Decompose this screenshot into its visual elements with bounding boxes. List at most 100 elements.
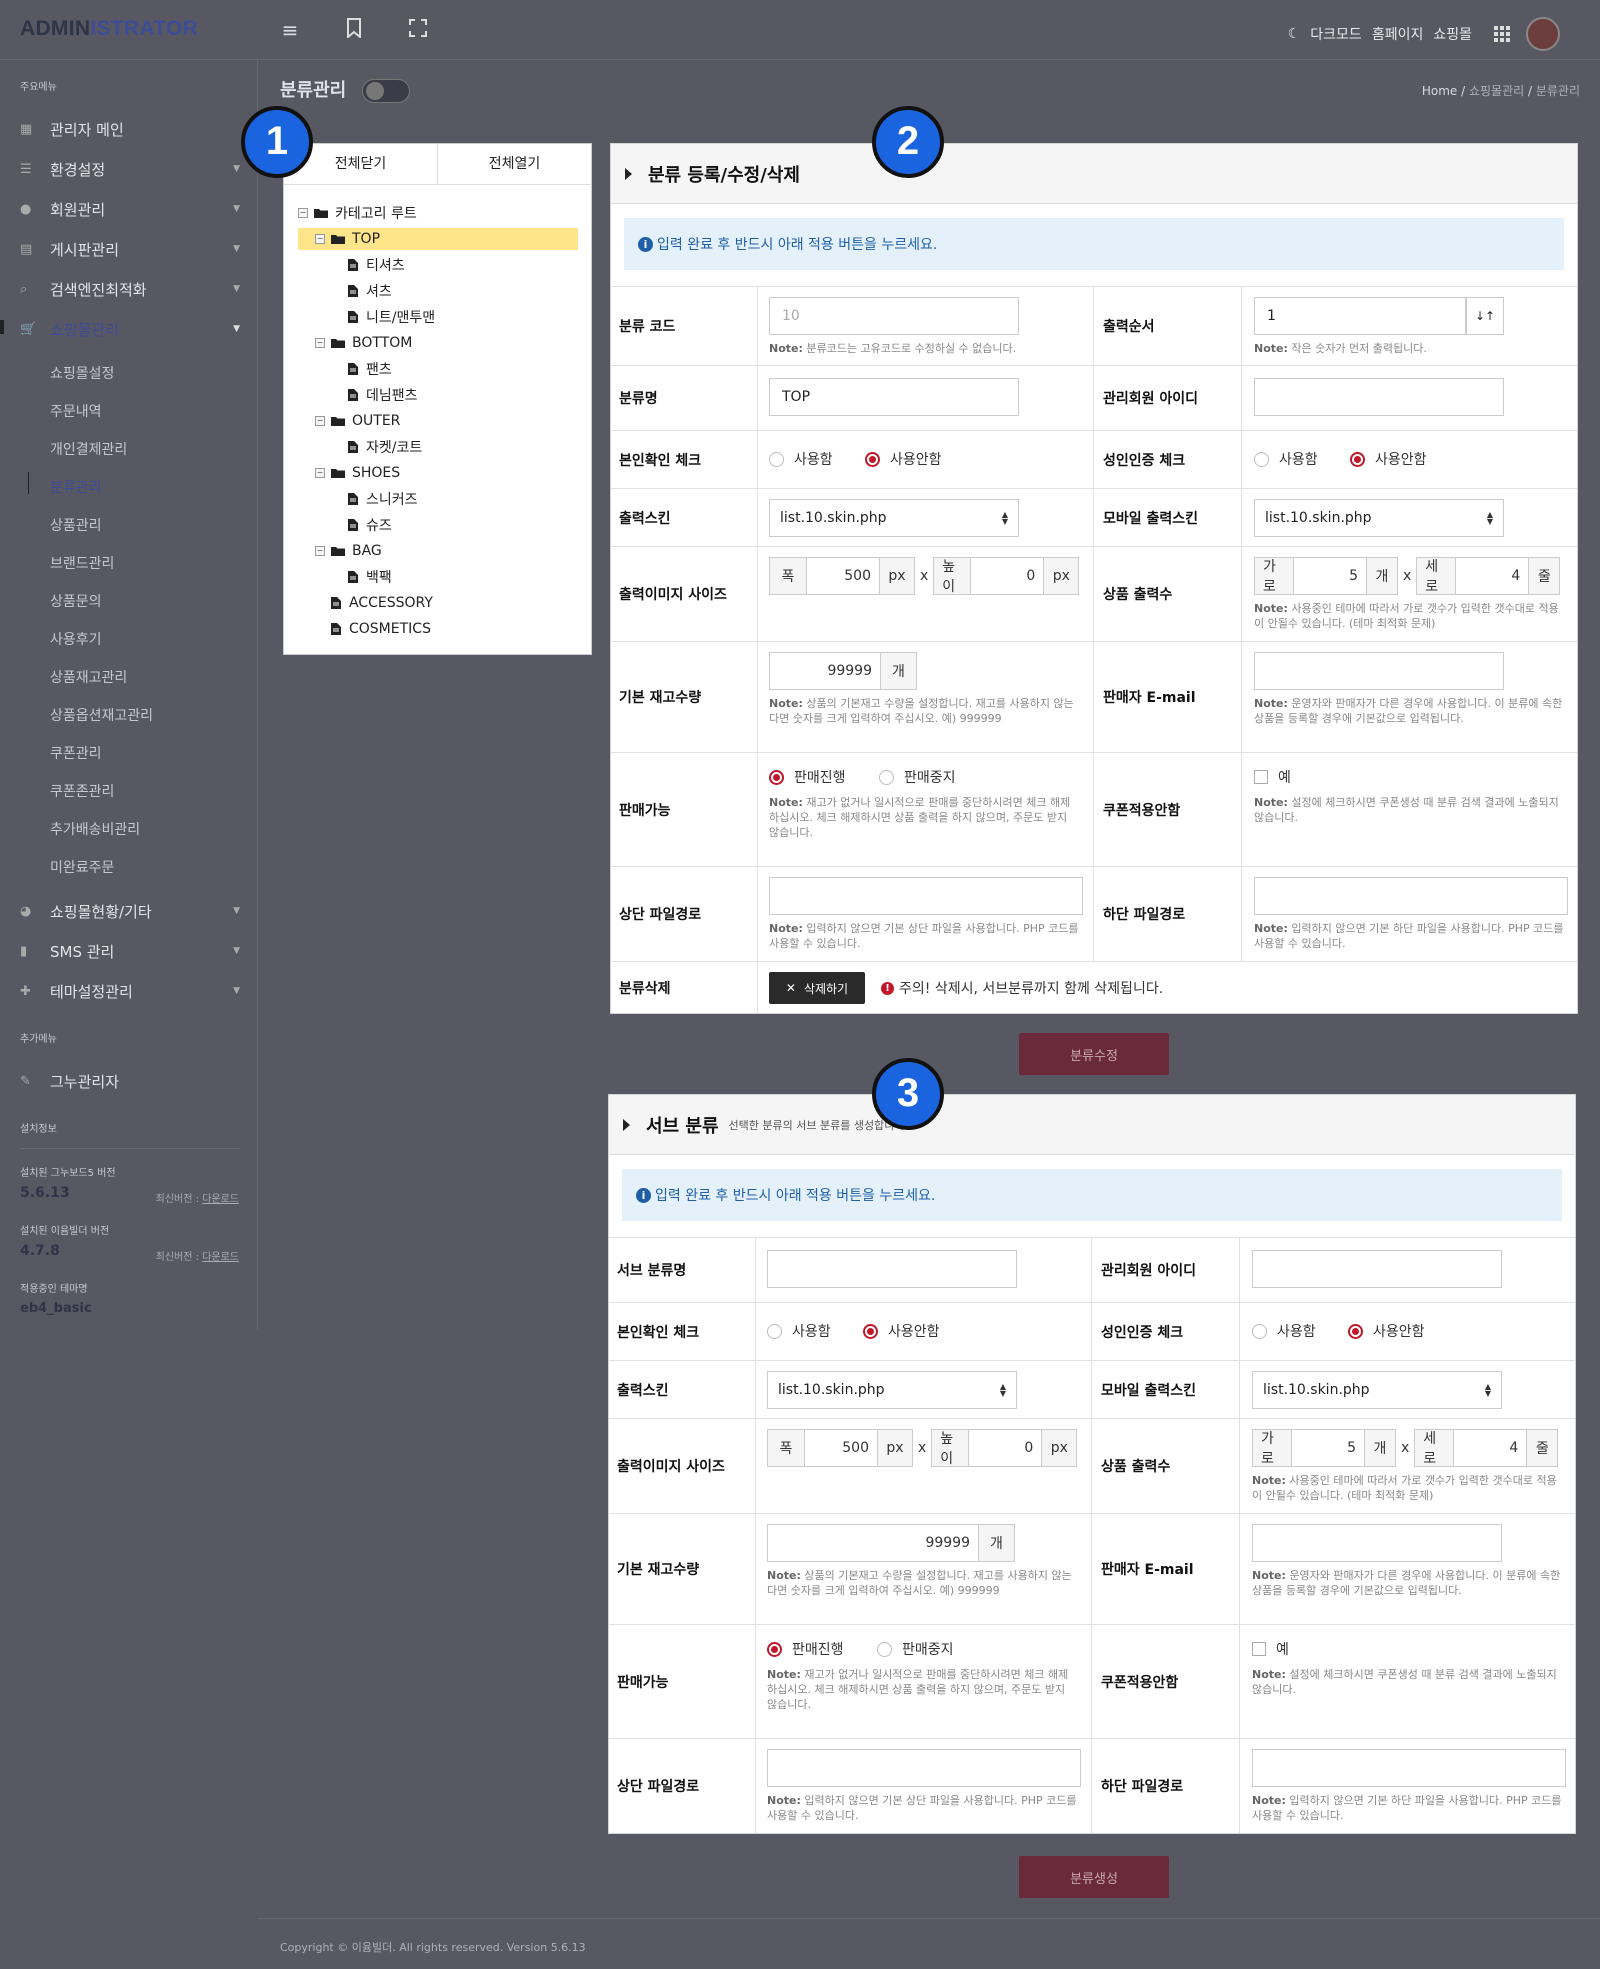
sidebar-item-gnu-admin[interactable]: ✎ 그누관리자 (20, 1066, 240, 1096)
head-file-input[interactable] (769, 877, 1083, 915)
tree-node[interactable]: 자켓/코트 (348, 436, 422, 458)
sort-icon[interactable]: ↓↑ (1466, 297, 1504, 335)
apps-grid-icon[interactable] (1494, 26, 1510, 42)
sidebar-item-members[interactable]: ● 회원관리 ▼ (20, 194, 240, 224)
admin-id-input[interactable] (1254, 378, 1504, 416)
logo[interactable]: ADMINISTRATOR (20, 17, 198, 41)
tree-node[interactable]: − TOP (298, 228, 578, 250)
tree-toggle-icon[interactable]: − (315, 234, 325, 244)
create-category-button[interactable]: 분류생성 (1019, 1856, 1169, 1898)
tree-node[interactable]: 셔츠 (348, 280, 392, 302)
category-name-input[interactable]: TOP (769, 378, 1019, 416)
cert-use-radio[interactable]: 사용함 (769, 449, 833, 469)
image-height-input[interactable]: 0 (971, 557, 1044, 595)
seller-email-input[interactable] (1254, 652, 1504, 690)
sidebar-sub-item[interactable]: 브랜드관리 (50, 553, 114, 573)
tree-node[interactable]: − 카테고리 루트 (298, 202, 417, 224)
menu-icon[interactable]: ≡ (278, 18, 302, 42)
sidebar-sub-item[interactable]: 상품옵션재고관리 (50, 705, 153, 725)
bookmark-icon[interactable] (342, 18, 366, 42)
adult-not-use-radio[interactable]: 사용안함 (1350, 449, 1427, 469)
stock-input[interactable]: 99999 (769, 652, 881, 690)
sidebar-sub-item[interactable]: 미완료주문 (50, 857, 114, 877)
sidebar-sub-item[interactable]: 상품재고관리 (50, 667, 127, 687)
sub-sale-on-radio[interactable]: 판매진행 (767, 1639, 844, 1659)
page-toggle[interactable] (362, 79, 410, 103)
sub-cert-use-radio[interactable]: 사용함 (767, 1321, 831, 1341)
image-height-input[interactable]: 0 (969, 1429, 1042, 1467)
tree-node[interactable]: − SHOES (315, 462, 400, 484)
tail-file-input[interactable] (1254, 877, 1568, 915)
expand-all-button[interactable]: 전체열기 (438, 144, 591, 184)
tree-toggle-icon[interactable]: − (315, 416, 325, 426)
sub-sale-off-radio[interactable]: 판매중지 (877, 1639, 954, 1659)
coupon-checkbox[interactable]: 예 (1254, 767, 1291, 787)
moon-icon[interactable]: ☾ (1288, 26, 1301, 42)
sub-coupon-checkbox[interactable]: 예 (1252, 1639, 1289, 1659)
image-width-input[interactable]: 500 (807, 557, 879, 595)
image-width-input[interactable]: 500 (805, 1429, 877, 1467)
tree-toggle-icon[interactable]: − (315, 546, 325, 556)
sidebar-item-shop-status[interactable]: ◕ 쇼핑몰현황/기타 ▼ (20, 896, 240, 926)
tree-node[interactable]: COSMETICS (331, 618, 431, 640)
delete-button[interactable]: ✕ 삭제하기 (769, 972, 865, 1004)
sub-adult-not-use-radio[interactable]: 사용안함 (1348, 1321, 1425, 1341)
eyoom-download-link[interactable]: 다운로드 (202, 1252, 239, 1263)
tree-node[interactable]: 슈즈 (348, 514, 392, 536)
sidebar-sub-item[interactable]: 주문내역 (50, 401, 102, 421)
tree-toggle-icon[interactable]: − (298, 208, 308, 218)
homepage-link[interactable]: 홈페이지 (1372, 24, 1424, 44)
sidebar-sub-item[interactable]: 개인결제관리 (50, 439, 127, 459)
tree-node[interactable]: 스니커즈 (348, 488, 418, 510)
tree-node[interactable]: − BOTTOM (315, 332, 412, 354)
fullscreen-icon[interactable] (406, 18, 430, 42)
gnuboard-download-link[interactable]: 다운로드 (202, 1194, 239, 1205)
sub-adult-use-radio[interactable]: 사용함 (1252, 1321, 1316, 1341)
tree-node[interactable]: 백팩 (348, 566, 392, 588)
tree-node[interactable]: ACCESSORY (331, 592, 433, 614)
sub-seller-email-input[interactable] (1252, 1524, 1502, 1562)
dark-mode-link[interactable]: 다크모드 (1310, 24, 1362, 44)
stock-input[interactable]: 99999 (767, 1524, 979, 1562)
sub-head-file-input[interactable] (767, 1749, 1081, 1787)
sub-name-input[interactable] (767, 1250, 1017, 1288)
sidebar-item-admin-main[interactable]: ▦ 관리자 메인 (20, 114, 240, 144)
avatar[interactable] (1526, 17, 1560, 51)
sidebar-sub-item[interactable]: 추가배송비관리 (50, 819, 140, 839)
rows-input[interactable]: 4 (1454, 1429, 1527, 1467)
cols-input[interactable]: 5 (1294, 557, 1366, 595)
tree-node[interactable]: 팬츠 (348, 358, 392, 380)
sale-on-radio[interactable]: 판매진행 (769, 767, 846, 787)
skin-select[interactable]: list.10.skin.php ▲ ▼ (769, 499, 1019, 537)
cert-not-use-radio[interactable]: 사용안함 (865, 449, 942, 469)
tree-node[interactable]: − BAG (315, 540, 382, 562)
rows-input[interactable]: 4 (1456, 557, 1529, 595)
shop-link[interactable]: 쇼핑몰 (1433, 24, 1472, 44)
sidebar-item-sms[interactable]: ▮ SMS 관리 ▼ (20, 936, 240, 966)
tree-toggle-icon[interactable]: − (315, 468, 325, 478)
sidebar-item-boards[interactable]: ▤ 게시판관리 ▼ (20, 234, 240, 264)
update-category-button[interactable]: 분류수정 (1019, 1033, 1169, 1075)
sidebar-item-settings[interactable]: ☰ 환경설정 ▼ (20, 154, 240, 184)
sidebar-sub-item[interactable]: 쿠폰존관리 (50, 781, 114, 801)
sidebar-item-shop-admin[interactable]: 🛒 쇼핑몰관리 ▼ (20, 314, 240, 344)
sidebar-item-theme[interactable]: ✚ 테마설정관리 ▼ (20, 976, 240, 1006)
sub-skin-select[interactable]: list.10.skin.php ▲ ▼ (767, 1371, 1017, 1409)
tree-node[interactable]: 티셔츠 (348, 254, 405, 276)
sidebar-sub-item-active[interactable]: 분류관리 (50, 477, 102, 497)
tree-node[interactable]: 니트/맨투맨 (348, 306, 435, 328)
sidebar-item-seo[interactable]: ⌕ 검색엔진최적화 ▼ (20, 274, 240, 304)
sidebar-sub-item[interactable]: 상품관리 (50, 515, 102, 535)
sale-off-radio[interactable]: 판매중지 (879, 767, 956, 787)
tree-node[interactable]: − OUTER (315, 410, 400, 432)
sidebar-sub-item[interactable]: 사용후기 (50, 629, 102, 649)
order-input[interactable]: 1 (1254, 297, 1466, 335)
mobile-skin-select[interactable]: list.10.skin.php ▲ ▼ (1254, 499, 1504, 537)
adult-use-radio[interactable]: 사용함 (1254, 449, 1318, 469)
tree-node[interactable]: 데님팬츠 (348, 384, 418, 406)
tree-toggle-icon[interactable]: − (315, 338, 325, 348)
sidebar-sub-item[interactable]: 상품문의 (50, 591, 102, 611)
sub-admin-id-input[interactable] (1252, 1250, 1502, 1288)
sub-cert-not-use-radio[interactable]: 사용안함 (863, 1321, 940, 1341)
breadcrumb-home[interactable]: Home (1422, 84, 1457, 98)
